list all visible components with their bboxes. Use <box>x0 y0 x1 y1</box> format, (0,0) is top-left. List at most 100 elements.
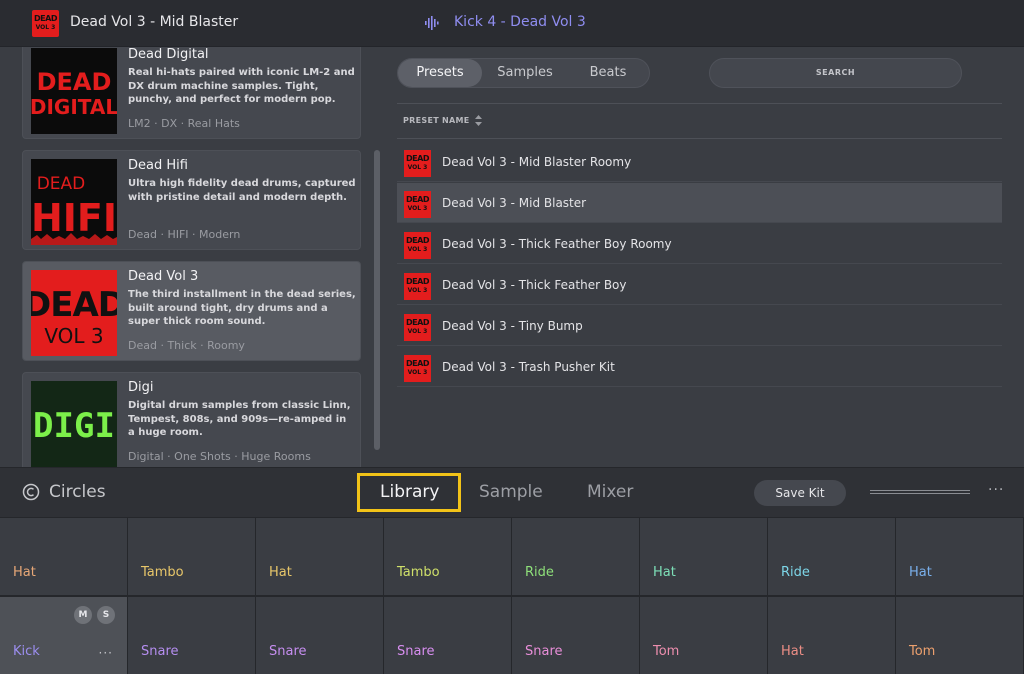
pad-label: Tambo <box>397 565 440 580</box>
kit-tags: Dead · HIFI · Modern <box>128 228 241 241</box>
kit-thumbnail-text: DEAD <box>34 14 57 23</box>
kit-thumbnail: DEAD VOL 3 <box>32 10 59 37</box>
mute-button[interactable]: M <box>74 606 92 624</box>
preset-thumbnail-subtext: VOL 3 <box>407 164 428 171</box>
preset-row[interactable]: DEAD VOL 3 Dead Vol 3 - Tiny Bump <box>397 306 1002 346</box>
tab-presets[interactable]: Presets <box>398 59 482 87</box>
kit-art-line1: DEAD <box>37 174 86 194</box>
drum-pad-hat[interactable]: Hat <box>768 597 895 674</box>
preset-thumbnail-text: DEAD <box>406 154 429 163</box>
divider <box>397 103 1002 104</box>
pad-label: Tom <box>909 644 936 659</box>
drum-pad-snare[interactable]: Snare <box>128 597 255 674</box>
kit-art-line1: DEAD <box>37 68 112 96</box>
pad-label: Hat <box>269 565 292 580</box>
kit-description: Real hi-hats paired with iconic LM-2 and… <box>128 67 355 105</box>
drum-pad-hat[interactable]: Hat <box>256 518 383 595</box>
preset-thumbnail-text: DEAD <box>406 277 429 286</box>
drum-pad-hat[interactable]: Hat <box>0 518 127 595</box>
tab-mixer[interactable]: Mixer <box>587 482 633 502</box>
drum-pad-snare[interactable]: Snare <box>256 597 383 674</box>
pad-label: Kick <box>13 644 40 659</box>
kit-art-line2: HIFI <box>31 196 117 240</box>
brand-name: Circles <box>49 482 106 502</box>
more-options-icon[interactable]: ··· <box>988 482 1004 498</box>
waveform-icon <box>425 16 439 30</box>
preset-thumbnail-text: DEAD <box>406 318 429 327</box>
drum-pad-kick[interactable]: Kick M S ··· <box>0 597 127 674</box>
tab-samples[interactable]: Samples <box>482 59 568 87</box>
pad-label: Snare <box>141 644 179 659</box>
kit-name: Dead Hifi <box>128 158 188 173</box>
kit-art-line2: DIGITAL <box>31 95 117 119</box>
pad-label: Snare <box>525 644 563 659</box>
preset-thumbnail-subtext: VOL 3 <box>407 287 428 294</box>
kit-list: DEAD DIGITAL Dead Digital Real hi-hats p… <box>0 47 384 467</box>
kit-thumbnail-subtext: VOL 3 <box>35 24 56 31</box>
drum-pad-tambo[interactable]: Tambo <box>128 518 255 595</box>
kit-name: Dead Digital <box>128 47 209 62</box>
pad-label: Tom <box>653 644 680 659</box>
solo-button[interactable]: S <box>97 606 115 624</box>
drum-pad-hat[interactable]: Hat <box>896 518 1023 595</box>
divider <box>397 138 1002 139</box>
drum-pad-ride[interactable]: Ride <box>768 518 895 595</box>
tab-beats[interactable]: Beats <box>568 59 648 87</box>
column-header-preset-name[interactable]: PRESET NAME <box>403 116 470 125</box>
pad-label: Ride <box>525 565 554 580</box>
preset-row[interactable]: DEAD VOL 3 Dead Vol 3 - Mid Blaster Roomy <box>397 142 1002 182</box>
pad-label: Hat <box>781 644 804 659</box>
kit-card-dead-hifi[interactable]: DEAD HIFI Dead Hifi Ultra high fidelity … <box>22 150 361 250</box>
bottom-toolbar: Circles Library Sample Mixer Save Kit ··… <box>0 467 1024 517</box>
kit-description: Ultra high fidelity dead drums, captured… <box>128 178 356 203</box>
preset-thumbnail-subtext: VOL 3 <box>407 328 428 335</box>
pad-label: Snare <box>397 644 435 659</box>
pad-more-icon[interactable]: ··· <box>99 646 113 660</box>
preset-row[interactable]: DEAD VOL 3 Dead Vol 3 - Thick Feather Boy <box>397 265 1002 305</box>
preset-row[interactable]: DEAD VOL 3 Dead Vol 3 - Thick Feather Boy … <box>397 224 1002 264</box>
preset-thumbnail-subtext: VOL 3 <box>407 369 428 376</box>
pad-label: Hat <box>909 565 932 580</box>
tab-sample[interactable]: Sample <box>479 482 543 502</box>
kit-card-digi[interactable]: DIGI Digi Digital drum samples from clas… <box>22 372 361 467</box>
drum-pad-snare[interactable]: Snare <box>384 597 511 674</box>
preset-thumbnail: DEAD VOL 3 <box>404 273 431 300</box>
kit-art-line1: DEAD <box>31 285 117 325</box>
kit-artwork: DIGI <box>31 381 117 467</box>
preset-thumbnail: DEAD VOL 3 <box>404 191 431 218</box>
preset-row[interactable]: DEAD VOL 3 Dead Vol 3 - Trash Pusher Kit <box>397 347 1002 387</box>
preset-thumbnail: DEAD VOL 3 <box>404 150 431 177</box>
preset-thumbnail-text: DEAD <box>406 236 429 245</box>
kit-card-dead-digital[interactable]: DEAD DIGITAL Dead Digital Real hi-hats p… <box>22 47 361 139</box>
drum-pad-snare[interactable]: Snare <box>512 597 639 674</box>
kit-artwork: DEAD VOL 3 <box>31 270 117 356</box>
preset-name: Dead Vol 3 - Trash Pusher Kit <box>442 360 615 374</box>
kit-artwork: DEAD DIGITAL <box>31 48 117 134</box>
preset-name: Dead Vol 3 - Thick Feather Boy Roomy <box>442 237 672 251</box>
drum-pad-tom[interactable]: Tom <box>640 597 767 674</box>
preset-thumbnail: DEAD VOL 3 <box>404 355 431 382</box>
preset-thumbnail: DEAD VOL 3 <box>404 232 431 259</box>
volume-slider[interactable] <box>870 490 970 494</box>
drum-pad-tom[interactable]: Tom <box>896 597 1023 674</box>
now-playing-sample[interactable]: Kick 4 - Dead Vol 3 <box>454 14 586 30</box>
kit-card-dead-vol-3[interactable]: DEAD VOL 3 Dead Vol 3 The third installm… <box>22 261 361 361</box>
kit-title: Dead Vol 3 - Mid Blaster <box>70 14 239 30</box>
preset-name: Dead Vol 3 - Tiny Bump <box>442 319 583 333</box>
preset-name: Dead Vol 3 - Thick Feather Boy <box>442 278 627 292</box>
kit-list-scrollbar[interactable] <box>374 150 380 450</box>
preset-name: Dead Vol 3 - Mid Blaster Roomy <box>442 155 632 169</box>
preset-row[interactable]: DEAD VOL 3 Dead Vol 3 - Mid Blaster <box>397 183 1002 223</box>
save-kit-button[interactable]: Save Kit <box>754 480 846 506</box>
browser-tab-group: Presets Samples Beats <box>397 58 650 88</box>
preset-thumbnail-text: DEAD <box>406 195 429 204</box>
drum-pad-tambo[interactable]: Tambo <box>384 518 511 595</box>
drum-pad-ride[interactable]: Ride <box>512 518 639 595</box>
tab-library-highlight <box>357 473 461 512</box>
preset-thumbnail-text: DEAD <box>406 359 429 368</box>
sort-icon[interactable] <box>474 114 483 127</box>
pad-label: Hat <box>653 565 676 580</box>
drum-pad-grid: Hat Tambo Hat Tambo Ride Hat Ride Hat Kick M S ··· S… <box>0 517 1024 674</box>
drum-pad-hat[interactable]: Hat <box>640 518 767 595</box>
search-input[interactable]: SEARCH <box>709 58 962 88</box>
